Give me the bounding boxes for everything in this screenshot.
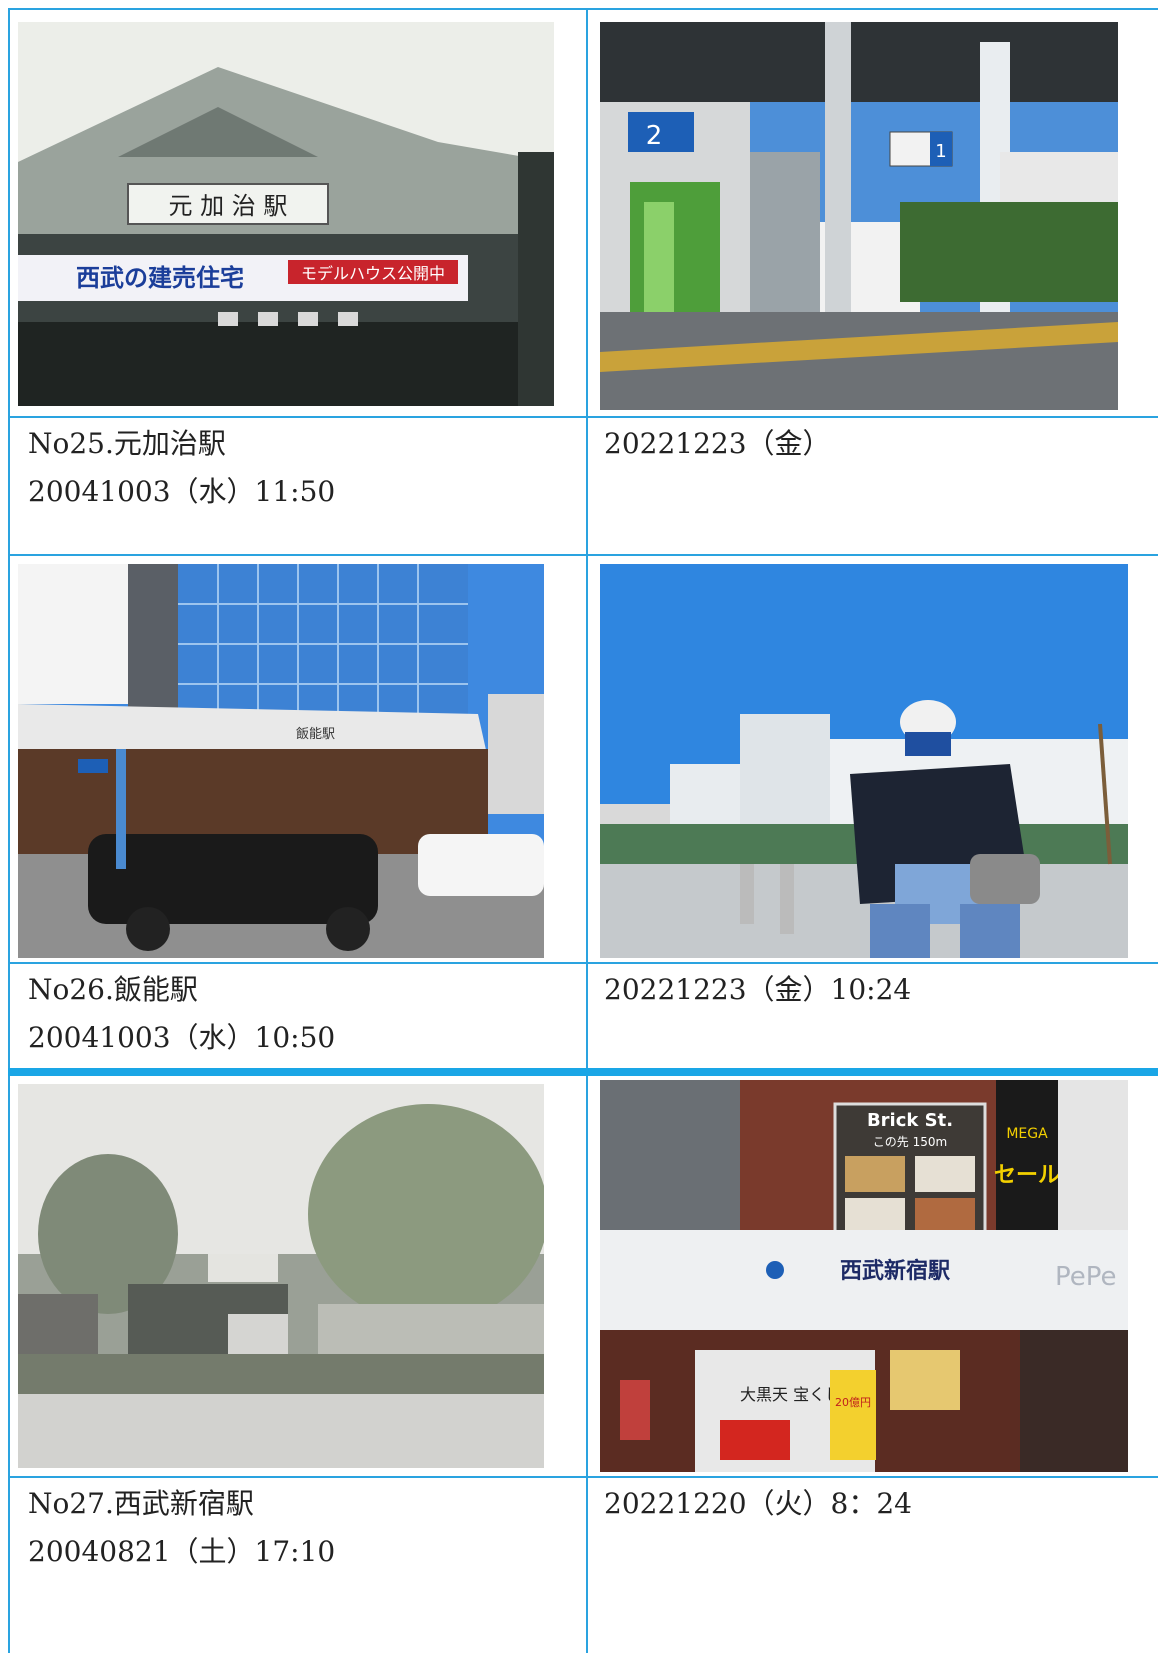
caption-cell-right: 20221223（金）10:24 <box>588 964 1158 1068</box>
caption-date-new: 20221223（金） <box>604 427 831 460</box>
caption-cell-right: 20221223（金） <box>588 418 1158 554</box>
caption-row-3: No27.西武新宿駅 20040821（土）17:10 20221220（火）8… <box>8 1478 1158 1653</box>
brick-st-sub: この先 150m <box>873 1135 947 1149</box>
photo-seibushinjuku-2004 <box>18 1084 544 1468</box>
caption-title: No25.元加治駅 <box>28 427 226 460</box>
photo-cell-left: 飯能駅 <box>8 556 588 962</box>
platform-number-2: 2 <box>646 121 663 151</box>
caption-date: 20041003（水）10:50 <box>28 1021 336 1054</box>
photo-cell-left: 元 加 治 駅 西武の建売住宅 モデルハウス公開中 <box>8 10 588 416</box>
hanno-station-label: 飯能駅 <box>296 727 335 742</box>
banner-text: 西武の建売住宅 <box>76 264 244 292</box>
photo-row-2: 飯能駅 <box>8 556 1158 962</box>
photo-hanno-2004: 飯能駅 <box>18 564 544 958</box>
caption-row-2: No26.飯能駅 20041003（水）10:50 20221223（金）10:… <box>8 964 1158 1068</box>
station-sign-seibushinjuku: 西武新宿駅 <box>840 1258 950 1284</box>
photo-cell-left <box>8 1076 588 1476</box>
platform-number-1: 1 <box>935 141 946 162</box>
photo-seibushinjuku-2022: Brick St. この先 150m MEGA セール 西武新宿駅 PePe 大… <box>600 1080 1128 1472</box>
pepe-sign: PePe <box>1055 1262 1117 1292</box>
photo-row-3: Brick St. この先 150m MEGA セール 西武新宿駅 PePe 大… <box>8 1076 1158 1476</box>
yen-label: 20億円 <box>835 1396 871 1409</box>
caption-cell-left: No25.元加治駅 20041003（水）11:50 <box>8 418 588 554</box>
photo-cell-right <box>588 556 1158 962</box>
photo-motokaji-2022: 2 1 <box>600 22 1118 410</box>
photo-hanno-2022 <box>600 564 1128 958</box>
photo-row-1: 元 加 治 駅 西武の建売住宅 モデルハウス公開中 2 1 <box>8 10 1158 416</box>
caption-date: 20041003（水）11:50 <box>28 475 336 508</box>
caption-cell-left: No27.西武新宿駅 20040821（土）17:10 <box>8 1478 588 1653</box>
caption-row-1: No25.元加治駅 20041003（水）11:50 20221223（金） <box>8 418 1158 554</box>
caption-date-new: 20221223（金）10:24 <box>604 973 912 1006</box>
section-separator <box>8 1068 1158 1076</box>
lottery-label: 大黒天 宝くじ <box>740 1385 841 1404</box>
caption-title: No27.西武新宿駅 <box>28 1487 254 1520</box>
sale-label: セール <box>994 1163 1060 1188</box>
station-sign-text: 元 加 治 駅 <box>169 192 288 220</box>
brick-st-title: Brick St. <box>867 1110 953 1131</box>
photo-cell-right: 2 1 <box>588 10 1158 416</box>
caption-cell-left: No26.飯能駅 20041003（水）10:50 <box>8 964 588 1068</box>
caption-title: No26.飯能駅 <box>28 973 198 1006</box>
photo-cell-right: Brick St. この先 150m MEGA セール 西武新宿駅 PePe 大… <box>588 1076 1158 1476</box>
caption-date: 20040821（土）17:10 <box>28 1535 336 1568</box>
mega-label: MEGA <box>1006 1126 1048 1142</box>
caption-date-new: 20221220（火）8：24 <box>604 1487 912 1520</box>
photo-motokaji-2004: 元 加 治 駅 西武の建売住宅 モデルハウス公開中 <box>18 22 554 406</box>
banner-tag: モデルハウス公開中 <box>301 264 445 283</box>
caption-cell-right: 20221220（火）8：24 <box>588 1478 1158 1653</box>
